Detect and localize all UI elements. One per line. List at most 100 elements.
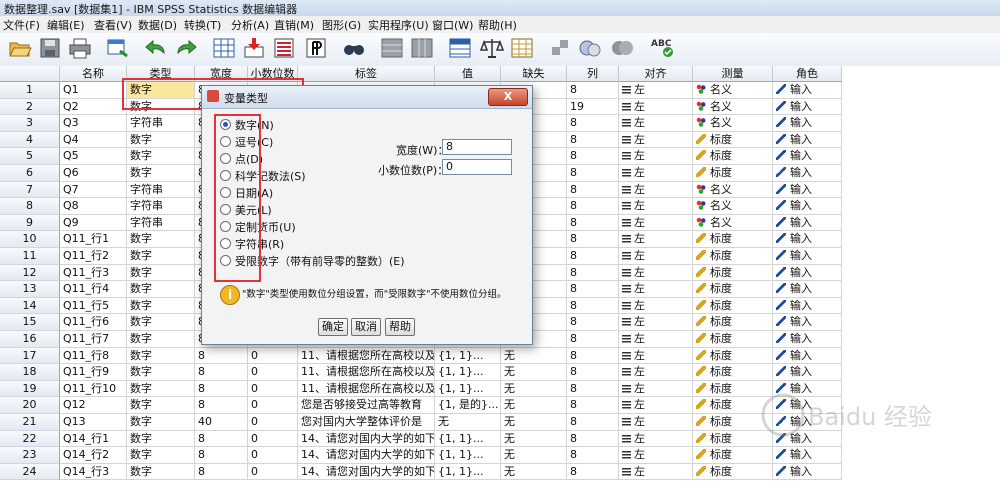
cell-align[interactable]: 左 (619, 463, 693, 481)
cell-type[interactable]: 数字 (127, 131, 195, 149)
row-number[interactable]: 16 (0, 331, 60, 348)
row-number[interactable]: 13 (0, 281, 60, 298)
save-icon[interactable] (38, 37, 62, 59)
cell-measure[interactable]: 标度 (693, 165, 773, 182)
row-number[interactable]: 7 (0, 181, 60, 199)
cell-align[interactable]: 左 (619, 248, 693, 265)
cell-measure[interactable]: 标度 (693, 314, 773, 331)
row-number[interactable]: 6 (0, 165, 60, 182)
cell-align[interactable]: 左 (619, 331, 693, 348)
cell-measure[interactable]: 标度 (693, 131, 773, 149)
cell-values[interactable]: {1, 1}... (435, 463, 501, 481)
cell-role[interactable]: 输入 (773, 364, 842, 381)
cell-columns[interactable]: 8 (567, 297, 619, 315)
cell-name[interactable]: Q14_行2 (60, 447, 127, 464)
cell-columns[interactable]: 8 (567, 82, 619, 99)
cell-align[interactable]: 左 (619, 115, 693, 132)
cell-label[interactable]: 14、请您对国内大学的如下... (298, 447, 435, 464)
cell-columns[interactable]: 8 (567, 331, 619, 348)
use-sets-icon[interactable] (548, 37, 572, 59)
cell-missing[interactable]: 无 (501, 364, 567, 381)
cell-columns[interactable]: 8 (567, 430, 619, 448)
cell-values[interactable]: {1, 是的}... (435, 397, 501, 414)
show-all-variables-icon[interactable] (578, 37, 602, 59)
cell-label[interactable]: 11、请根据您所在高校以及... (298, 364, 435, 381)
cell-columns[interactable]: 8 (567, 281, 619, 298)
cell-missing[interactable]: 无 (501, 463, 567, 481)
cell-decimals[interactable]: 0 (248, 380, 298, 398)
menu-view[interactable]: 查看(V) (94, 17, 132, 33)
cell-role[interactable]: 输入 (773, 231, 842, 248)
col-header-columns[interactable]: 列 (567, 66, 619, 82)
cell-name[interactable]: Q11_行8 (60, 347, 127, 365)
cell-measure[interactable]: 名义 (693, 98, 773, 116)
cell-align[interactable]: 左 (619, 131, 693, 149)
cell-name[interactable]: Q6 (60, 165, 127, 182)
cell-type[interactable]: 数字 (127, 347, 195, 365)
cell-type[interactable]: 数字 (127, 165, 195, 182)
cell-decimals[interactable]: 0 (248, 430, 298, 448)
cell-align[interactable]: 左 (619, 148, 693, 165)
cell-measure[interactable]: 标度 (693, 364, 773, 381)
redo-icon[interactable] (174, 37, 198, 59)
cell-align[interactable]: 左 (619, 380, 693, 398)
cell-type[interactable]: 字符串 (127, 115, 195, 132)
cell-columns[interactable]: 19 (567, 98, 619, 116)
cell-align[interactable]: 左 (619, 198, 693, 215)
cell-columns[interactable]: 8 (567, 115, 619, 132)
cell-columns[interactable]: 8 (567, 231, 619, 248)
cell-name[interactable]: Q11_行1 (60, 231, 127, 248)
cell-role[interactable]: 输入 (773, 248, 842, 265)
cell-measure[interactable]: 名义 (693, 181, 773, 199)
cell-role[interactable]: 输入 (773, 131, 842, 149)
cell-type[interactable]: 数字 (127, 281, 195, 298)
cell-name[interactable]: Q11_行10 (60, 380, 127, 398)
cell-align[interactable]: 左 (619, 231, 693, 248)
cell-columns[interactable]: 8 (567, 131, 619, 149)
cell-type[interactable]: 数字 (127, 297, 195, 315)
cell-name[interactable]: Q7 (60, 181, 127, 199)
col-header-align[interactable]: 对齐 (619, 66, 693, 82)
row-number[interactable]: 22 (0, 430, 60, 448)
row-number[interactable]: 14 (0, 297, 60, 315)
cell-measure[interactable]: 标度 (693, 347, 773, 365)
goto-variable-icon[interactable] (242, 37, 266, 59)
menu-graphs[interactable]: 图形(G) (322, 17, 361, 33)
value-labels-icon[interactable] (510, 37, 534, 59)
row-number[interactable]: 4 (0, 131, 60, 149)
row-number[interactable]: 23 (0, 447, 60, 464)
cell-name[interactable]: Q11_行2 (60, 248, 127, 265)
cell-width[interactable]: 8 (195, 347, 248, 365)
cell-width[interactable]: 40 (195, 414, 248, 431)
cell-measure[interactable]: 标度 (693, 331, 773, 348)
cell-values[interactable]: {1, 1}... (435, 380, 501, 398)
cell-name[interactable]: Q11_行5 (60, 297, 127, 315)
cell-measure[interactable]: 标度 (693, 248, 773, 265)
cell-align[interactable]: 左 (619, 414, 693, 431)
cell-role[interactable]: 输入 (773, 331, 842, 348)
spell-check-icon[interactable] (610, 37, 634, 59)
cell-name[interactable]: Q11_行3 (60, 264, 127, 282)
cell-align[interactable]: 左 (619, 430, 693, 448)
cell-missing[interactable]: 无 (501, 397, 567, 414)
row-number[interactable]: 17 (0, 347, 60, 365)
cell-decimals[interactable]: 0 (248, 447, 298, 464)
ok-button[interactable]: 确定 (318, 318, 348, 336)
cell-role[interactable]: 输入 (773, 115, 842, 132)
cell-role[interactable]: 输入 (773, 82, 842, 99)
cell-measure[interactable]: 标度 (693, 148, 773, 165)
cell-type[interactable]: 字符串 (127, 181, 195, 199)
cell-columns[interactable]: 8 (567, 397, 619, 414)
cell-name[interactable]: Q1 (60, 82, 127, 99)
cell-measure[interactable]: 名义 (693, 115, 773, 132)
row-number[interactable]: 2 (0, 98, 60, 116)
cell-align[interactable]: 左 (619, 264, 693, 282)
cell-measure[interactable]: 标度 (693, 231, 773, 248)
cell-type[interactable]: 数字 (127, 364, 195, 381)
col-header-values[interactable]: 值 (435, 66, 501, 82)
cell-type[interactable]: 数字 (127, 148, 195, 165)
cell-name[interactable]: Q2 (60, 98, 127, 116)
menu-window[interactable]: 窗口(W) (432, 17, 473, 33)
cell-name[interactable]: Q12 (60, 397, 127, 414)
cell-align[interactable]: 左 (619, 82, 693, 99)
